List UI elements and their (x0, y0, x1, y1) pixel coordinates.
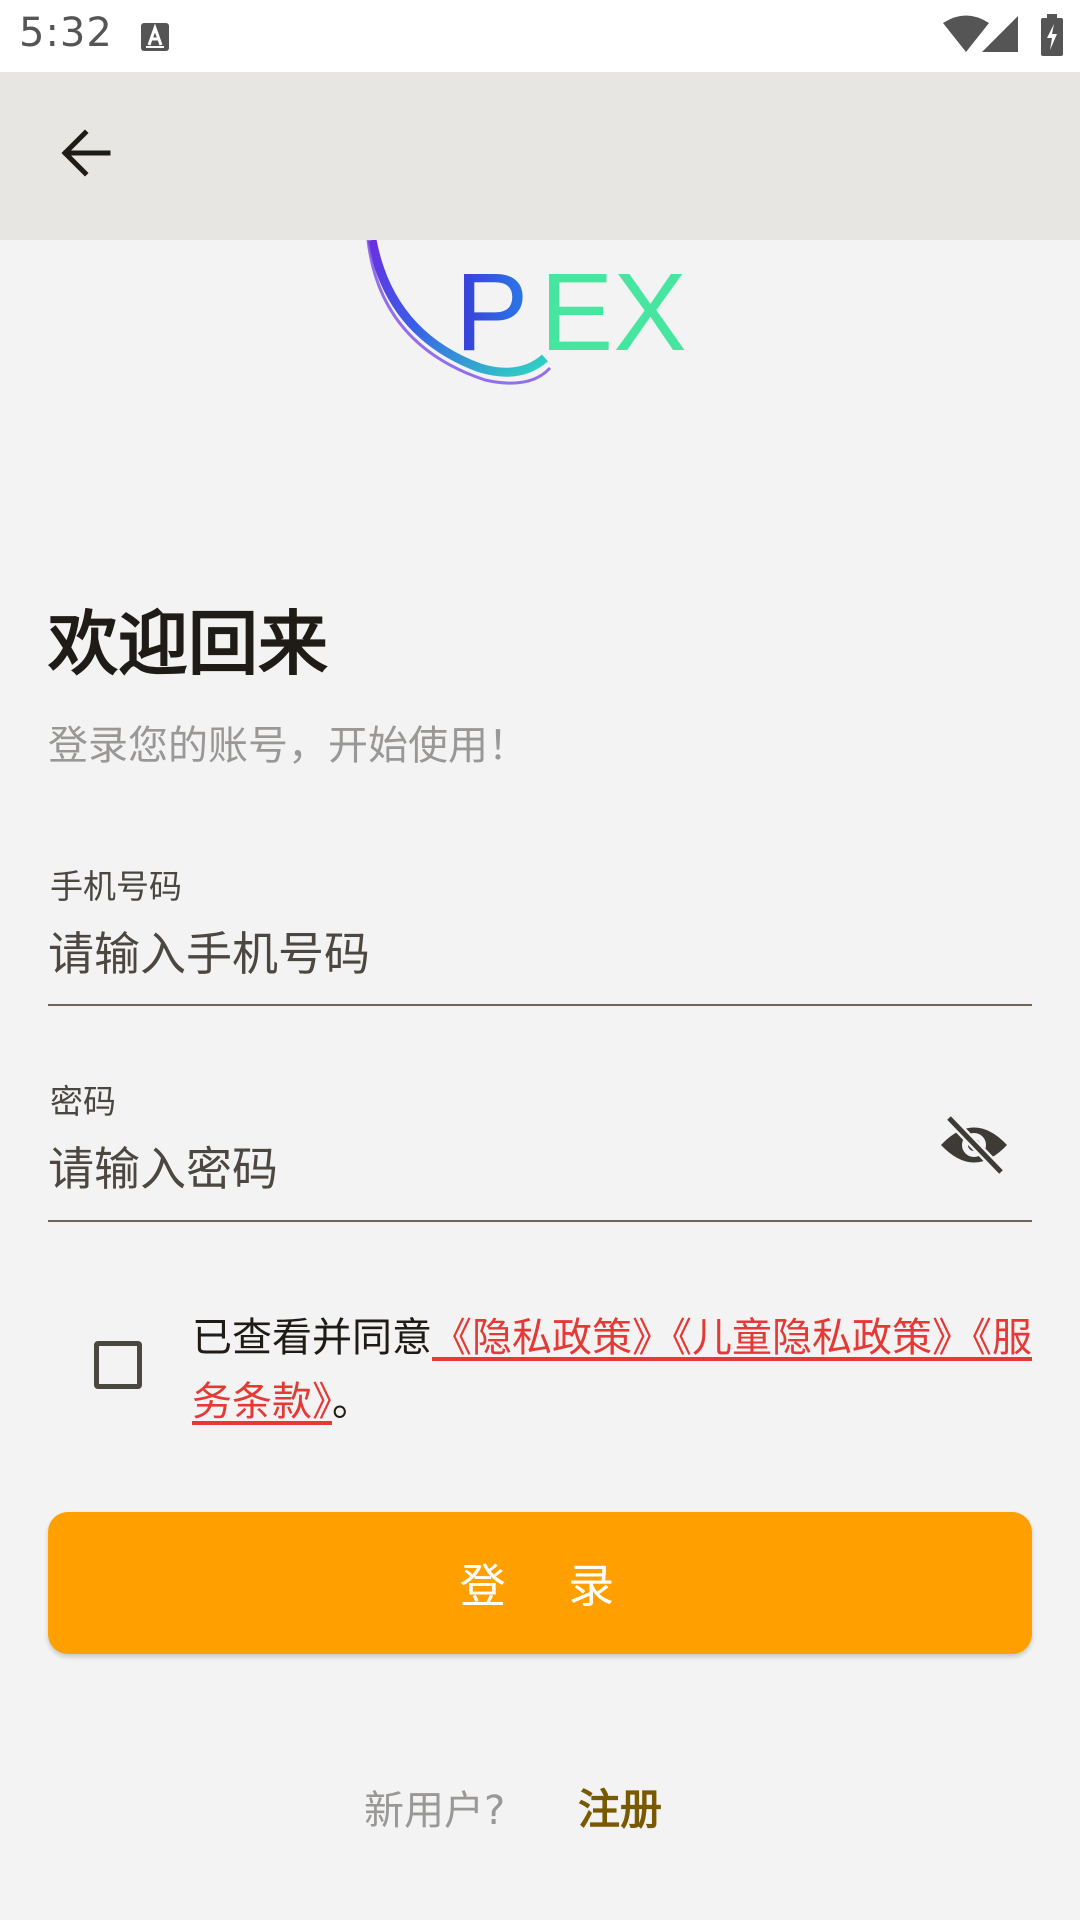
password-field-label: 密码 (50, 1082, 116, 1121)
arrow-back-icon (61, 129, 111, 177)
password-field-underline (48, 1220, 1032, 1222)
a-notification-icon (141, 23, 169, 51)
child-privacy-policy-link[interactable]: 《儿童隐私政策》 (672, 1315, 972, 1361)
password-field: 密码 (48, 1075, 1032, 1225)
app-bar (0, 72, 1080, 240)
login-screen: 5:32 P EX 欢迎回来 登录您的账号，开始使用！ 手机号码 请输入手机号码… (0, 0, 1080, 1920)
phone-field: 手机号码 (48, 860, 1032, 1010)
phone-field-label: 手机号码 (50, 867, 182, 906)
agreement-prefix: 已查看并同意 (192, 1315, 432, 1361)
privacy-policy-link[interactable]: 《隐私政策》 (432, 1315, 672, 1361)
agreement-checkbox[interactable] (94, 1341, 142, 1389)
back-button[interactable] (44, 112, 126, 194)
signal-icon (982, 16, 1018, 52)
agreement-suffix: 。 (332, 1379, 372, 1425)
status-bar: 5:32 (0, 0, 1080, 72)
status-time: 5:32 (19, 10, 113, 56)
battery-charging-icon (1041, 14, 1063, 56)
login-button[interactable]: 登 录 (48, 1512, 1032, 1654)
agreement-text: 已查看并同意《隐私政策》《儿童隐私政策》《服务条款》。 (192, 1306, 1042, 1434)
logo-text-ex: EX (540, 251, 687, 374)
welcome-subtitle: 登录您的账号，开始使用！ (48, 723, 528, 769)
new-user-prompt: 新用户? (364, 1788, 506, 1834)
visibility-off-icon (941, 1114, 1007, 1176)
phone-field-underline (48, 1004, 1032, 1006)
password-visibility-toggle[interactable] (926, 1105, 1022, 1185)
app-logo: P EX (366, 240, 687, 385)
password-input[interactable] (48, 1133, 908, 1205)
welcome-title: 欢迎回来 (48, 603, 328, 685)
phone-input[interactable] (48, 918, 908, 990)
register-link[interactable]: 注册 (578, 1776, 662, 1837)
logo-text-p: P (455, 251, 528, 374)
